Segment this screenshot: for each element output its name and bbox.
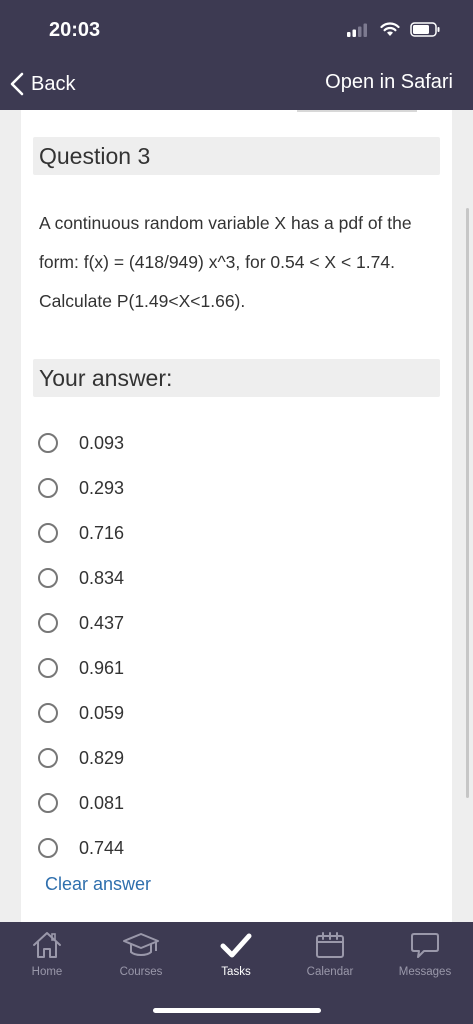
- radio-button[interactable]: [38, 838, 58, 858]
- tab-home[interactable]: Home: [7, 930, 87, 990]
- question-text: A continuous random variable X has a pdf…: [39, 213, 412, 311]
- answer-option[interactable]: 0.093: [38, 426, 338, 460]
- radio-button[interactable]: [38, 433, 58, 453]
- answer-option[interactable]: 0.437: [38, 606, 338, 640]
- back-button[interactable]: Back: [9, 70, 75, 98]
- radio-button[interactable]: [38, 748, 58, 768]
- back-label: Back: [31, 72, 76, 95]
- answer-option[interactable]: 0.744: [38, 831, 338, 865]
- chevron-left-icon: [10, 72, 24, 96]
- answer-option-label: 0.829: [79, 747, 125, 768]
- home-indicator: [153, 1008, 321, 1013]
- answer-option-label: 0.834: [79, 567, 125, 588]
- speech-bubble-icon: [411, 933, 439, 958]
- answer-option-label: 0.716: [79, 522, 125, 543]
- question-title: Question 3: [33, 137, 440, 175]
- answer-option-label: 0.744: [79, 837, 125, 858]
- wifi-icon: [379, 22, 400, 37]
- radio-button[interactable]: [38, 613, 58, 633]
- answer-option[interactable]: 0.961: [38, 651, 338, 685]
- tab-label: Courses: [119, 966, 163, 978]
- status-icons: [341, 21, 440, 41]
- battery-icon: [410, 22, 440, 38]
- open-in-safari-button[interactable]: Open in Safari: [325, 71, 453, 94]
- tab-tasks[interactable]: Tasks: [196, 930, 276, 990]
- status-time: 20:03: [49, 19, 101, 41]
- tab-courses[interactable]: Courses: [101, 930, 181, 990]
- checkmark-icon: [220, 933, 252, 958]
- answer-option-label: 0.093: [79, 432, 125, 453]
- top-bar: 20:03 Back Open in Safari: [0, 0, 473, 110]
- radio-button[interactable]: [38, 568, 58, 588]
- answer-option[interactable]: 0.293: [38, 471, 338, 505]
- question-card: Question 3 A continuous random variable …: [21, 110, 452, 922]
- card-top-divider: [297, 110, 417, 112]
- answer-option-label: 0.081: [79, 792, 125, 813]
- radio-button[interactable]: [38, 703, 58, 723]
- answer-option-label: 0.961: [79, 657, 125, 678]
- answer-option-label: 0.293: [79, 477, 125, 498]
- cellular-signal-icon: [347, 23, 368, 37]
- tab-label: Tasks: [221, 966, 251, 978]
- tab-label: Home: [31, 966, 63, 978]
- answer-heading: Your answer:: [33, 359, 440, 397]
- clear-answer-link[interactable]: Clear answer: [45, 874, 151, 895]
- radio-button[interactable]: [38, 523, 58, 543]
- answer-option[interactable]: 0.834: [38, 561, 338, 595]
- radio-button[interactable]: [38, 478, 58, 498]
- answer-option-label: 0.059: [79, 702, 125, 723]
- tab-calendar[interactable]: Calendar: [290, 930, 370, 990]
- radio-button[interactable]: [38, 658, 58, 678]
- answer-option[interactable]: 0.081: [38, 786, 338, 820]
- answer-option-label: 0.437: [79, 612, 125, 633]
- tab-label: Messages: [398, 966, 452, 978]
- radio-button[interactable]: [38, 793, 58, 813]
- home-icon: [33, 932, 61, 958]
- calendar-icon: [316, 932, 344, 958]
- graduation-cap-icon: [123, 933, 159, 956]
- answer-option[interactable]: 0.716: [38, 516, 338, 550]
- tab-label: Calendar: [306, 966, 354, 978]
- answer-option[interactable]: 0.059: [38, 696, 338, 730]
- answer-option[interactable]: 0.829: [38, 741, 338, 775]
- tab-messages[interactable]: Messages: [385, 930, 465, 990]
- scrollbar[interactable]: [466, 208, 469, 798]
